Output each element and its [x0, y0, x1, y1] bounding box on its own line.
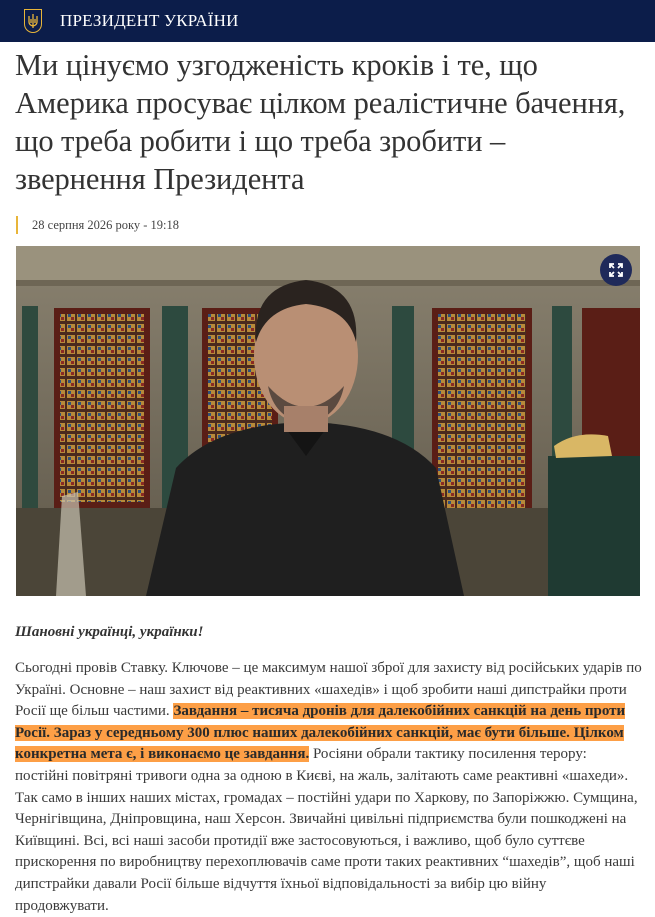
expand-icon	[609, 263, 623, 277]
site-header: ПРЕЗИДЕНТ УКРАЇНИ	[0, 0, 655, 42]
article-title: Ми цінуємо узгодженість кроків і те, що …	[15, 48, 626, 196]
site-name-link[interactable]: ПРЕЗИДЕНТ УКРАЇНИ	[60, 11, 239, 31]
article-paragraph: Сьогодні провів Ставку. Ключове – це мак…	[15, 658, 643, 917]
article-photo[interactable]	[16, 246, 640, 596]
paragraph-text-end: Росіяни обрали тактику посилення терору:…	[15, 746, 638, 914]
trident-glyph	[28, 14, 38, 28]
article-date: 28 серпня 2026 року - 19:18	[32, 217, 180, 232]
article: Ми цінуємо узгодженість кроків і те, що …	[0, 46, 655, 917]
photo-scene	[16, 246, 640, 596]
trident-emblem-icon[interactable]	[24, 9, 42, 33]
article-date-row: 28 серпня 2026 року - 19:18	[15, 216, 640, 234]
date-accent-bar	[16, 216, 18, 234]
expand-image-button[interactable]	[600, 254, 632, 286]
article-greeting: Шановні українці, українки!	[15, 624, 204, 640]
